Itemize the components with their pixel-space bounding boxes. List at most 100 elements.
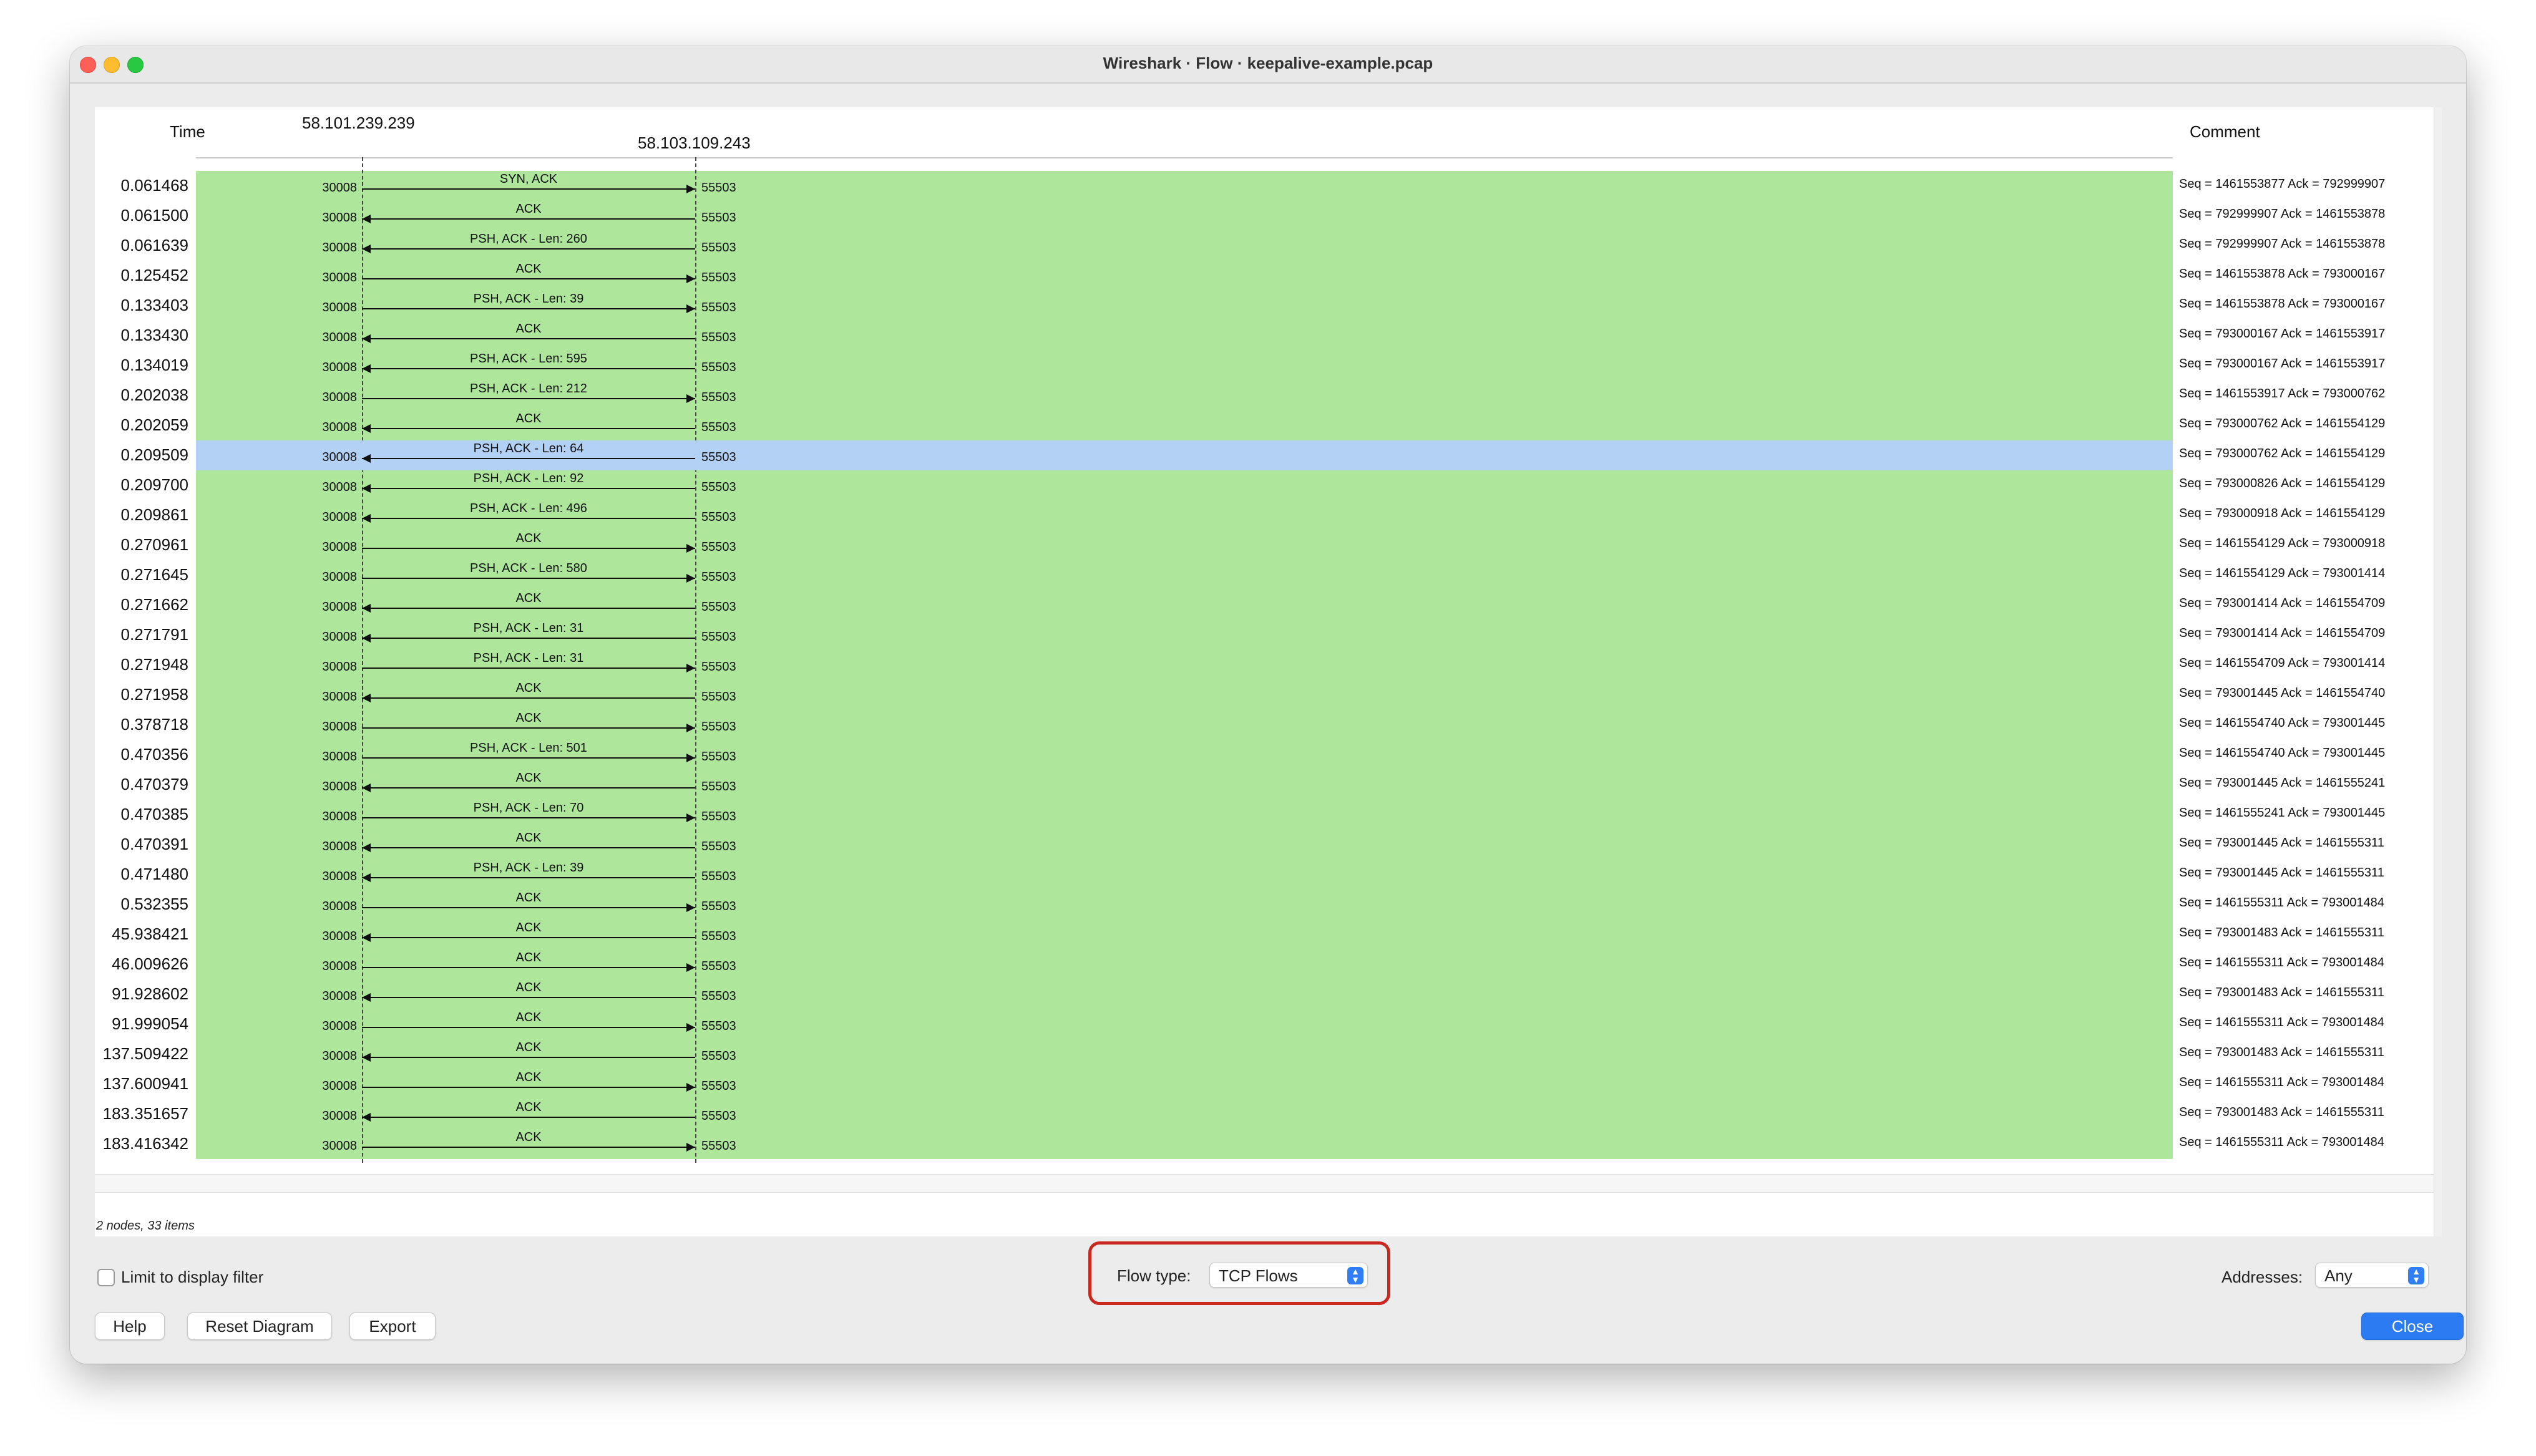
row-port-a: 30008 bbox=[322, 1079, 357, 1093]
flow-row[interactable]: 0.061468 30008 SYN, ACK 55503 Seq = 14615538… bbox=[95, 171, 2441, 201]
title-bar: Wireshark · Flow · keepalive-example.pca… bbox=[70, 46, 2466, 84]
row-time: 0.271645 bbox=[120, 565, 188, 584]
row-comment: Seq = 1461554740 Ack = 793001445 bbox=[2179, 746, 2386, 760]
row-comment: Seq = 1461554709 Ack = 793001414 bbox=[2179, 656, 2386, 670]
row-time: 0.209861 bbox=[120, 505, 188, 524]
row-port-a: 30008 bbox=[322, 690, 357, 704]
flow-row[interactable]: 0.125452 30008 ACK 55503 Seq = 1461553878 Ac… bbox=[95, 261, 2441, 291]
flow-row[interactable]: 45.938421 30008 ACK 55503 Seq = 793001483 Ac… bbox=[95, 920, 2441, 949]
flow-row[interactable]: 0.271662 30008 ACK 55503 Seq = 793001414 Ack… bbox=[95, 590, 2441, 620]
horizontal-scrollbar[interactable] bbox=[95, 1174, 2434, 1193]
node-b-address: 58.103.109.243 bbox=[638, 133, 751, 152]
row-packet-label: PSH, ACK - Len: 31 bbox=[473, 621, 584, 635]
flow-row[interactable]: 0.532355 30008 ACK 55503 Seq = 1461555311 Ac… bbox=[95, 890, 2441, 920]
limit-to-display-filter[interactable]: Limit to display filter bbox=[97, 1268, 263, 1287]
addresses-value: Any bbox=[2324, 1266, 2353, 1285]
reset-diagram-button[interactable]: Reset Diagram bbox=[187, 1313, 332, 1340]
row-comment: Seq = 793001445 Ack = 1461554740 bbox=[2179, 686, 2386, 700]
flow-row[interactable]: 0.271645 30008 PSH, ACK - Len: 580 55503 Seq… bbox=[95, 560, 2441, 590]
flow-row[interactable]: 0.134019 30008 PSH, ACK - Len: 595 55503 Seq… bbox=[95, 351, 2441, 381]
row-comment: Seq = 1461553917 Ack = 793000762 bbox=[2179, 387, 2386, 400]
row-comment: Seq = 1461555311 Ack = 793001484 bbox=[2179, 1016, 2384, 1029]
limit-checkbox[interactable] bbox=[97, 1268, 115, 1286]
row-comment: Seq = 1461555311 Ack = 793001484 bbox=[2179, 1135, 2384, 1149]
flow-row[interactable]: 0.061500 30008 ACK 55503 Seq = 792999907 Ack… bbox=[95, 201, 2441, 231]
flow-row[interactable]: 91.928602 30008 ACK 55503 Seq = 793001483 Ac… bbox=[95, 979, 2441, 1009]
row-port-a: 30008 bbox=[322, 630, 357, 644]
row-packet-label: PSH, ACK - Len: 92 bbox=[473, 472, 584, 485]
row-packet-label: ACK bbox=[515, 951, 542, 964]
row-port-b: 55503 bbox=[701, 450, 736, 464]
row-time: 0.061500 bbox=[120, 206, 188, 225]
row-packet-label: ACK bbox=[515, 591, 542, 605]
flow-row[interactable]: 46.009626 30008 ACK 55503 Seq = 1461555311 A… bbox=[95, 949, 2441, 979]
vertical-scrollbar[interactable] bbox=[2434, 107, 2442, 1236]
flow-row[interactable]: 0.271791 30008 PSH, ACK - Len: 31 55503 Seq … bbox=[95, 620, 2441, 650]
row-port-a: 30008 bbox=[322, 211, 357, 225]
row-port-a: 30008 bbox=[322, 870, 357, 883]
row-port-b: 55503 bbox=[701, 630, 736, 644]
row-arrow bbox=[362, 963, 695, 972]
help-button[interactable]: Help bbox=[95, 1313, 165, 1340]
flow-row[interactable]: 0.470379 30008 ACK 55503 Seq = 793001445 Ack… bbox=[95, 770, 2441, 800]
row-port-a: 30008 bbox=[322, 450, 357, 464]
row-arrow bbox=[362, 334, 695, 343]
flow-row[interactable]: 0.271948 30008 PSH, ACK - Len: 31 55503 Seq … bbox=[95, 650, 2441, 680]
flow-row[interactable]: 0.133430 30008 ACK 55503 Seq = 793000167 Ack… bbox=[95, 321, 2441, 351]
row-packet-label: ACK bbox=[515, 202, 542, 216]
comment-column-header: Comment bbox=[2190, 122, 2260, 141]
flow-row[interactable]: 0.202038 30008 PSH, ACK - Len: 212 55503 Seq… bbox=[95, 381, 2441, 410]
flow-row[interactable]: 0.209861 30008 PSH, ACK - Len: 496 55503 Seq… bbox=[95, 500, 2441, 530]
flow-row[interactable]: 0.270961 30008 ACK 55503 Seq = 1461554129 Ac… bbox=[95, 530, 2441, 560]
row-comment: Seq = 793000762 Ack = 1461554129 bbox=[2179, 417, 2386, 430]
flow-type-select[interactable]: TCP Flows ▲ ▼ bbox=[1209, 1263, 1368, 1288]
window-title: Wireshark · Flow · keepalive-example.pca… bbox=[1103, 54, 1433, 72]
row-comment: Seq = 1461555311 Ack = 793001484 bbox=[2179, 896, 2384, 910]
row-packet-label: ACK bbox=[515, 1041, 542, 1054]
row-arrow bbox=[362, 604, 695, 613]
row-port-a: 30008 bbox=[322, 420, 357, 434]
flow-row[interactable]: 137.600941 30008 ACK 55503 Seq = 1461555311 … bbox=[95, 1069, 2441, 1099]
row-port-a: 30008 bbox=[322, 331, 357, 344]
row-comment: Seq = 1461554129 Ack = 793001414 bbox=[2179, 566, 2386, 580]
row-arrow bbox=[362, 304, 695, 313]
row-packet-label: ACK bbox=[515, 412, 542, 425]
row-time: 0.378718 bbox=[120, 715, 188, 734]
flow-row[interactable]: 0.061639 30008 PSH, ACK - Len: 260 55503 Seq… bbox=[95, 231, 2441, 261]
flow-row[interactable]: 0.378718 30008 ACK 55503 Seq = 1461554740 Ac… bbox=[95, 710, 2441, 740]
flow-diagram[interactable]: Time 58.101.239.239 58.103.109.243 Comme… bbox=[95, 107, 2442, 1236]
flow-row[interactable]: 0.133403 30008 PSH, ACK - Len: 39 55503 Seq … bbox=[95, 291, 2441, 321]
row-port-b: 55503 bbox=[701, 750, 736, 764]
row-packet-label: PSH, ACK - Len: 39 bbox=[473, 292, 584, 306]
row-comment: Seq = 792999907 Ack = 1461553878 bbox=[2179, 237, 2386, 251]
flow-row[interactable]: 0.470356 30008 PSH, ACK - Len: 501 55503 Seq… bbox=[95, 740, 2441, 770]
flow-row[interactable]: 0.470391 30008 ACK 55503 Seq = 793001445 Ack… bbox=[95, 830, 2441, 860]
addresses-select[interactable]: Any ▲ ▼ bbox=[2315, 1263, 2429, 1288]
row-arrow bbox=[362, 873, 695, 882]
row-port-a: 30008 bbox=[322, 989, 357, 1003]
flow-row[interactable]: 183.416342 30008 ACK 55503 Seq = 1461555311 … bbox=[95, 1129, 2441, 1159]
flow-row[interactable]: 0.470385 30008 PSH, ACK - Len: 70 55503 Seq … bbox=[95, 800, 2441, 830]
flow-row[interactable]: 0.202059 30008 ACK 55503 Seq = 793000762 Ack… bbox=[95, 410, 2441, 440]
flow-type-value: TCP Flows bbox=[1219, 1266, 1298, 1285]
row-arrow bbox=[362, 1113, 695, 1122]
flow-row[interactable]: 0.209700 30008 PSH, ACK - Len: 92 55503 Seq … bbox=[95, 470, 2441, 500]
flow-row[interactable]: 0.471480 30008 PSH, ACK - Len: 39 55503 Seq … bbox=[95, 860, 2441, 890]
row-port-b: 55503 bbox=[701, 1109, 736, 1123]
row-comment: Seq = 793001445 Ack = 1461555241 bbox=[2179, 776, 2386, 790]
row-arrow bbox=[362, 1053, 695, 1062]
flow-row[interactable]: 183.351657 30008 ACK 55503 Seq = 793001483 A… bbox=[95, 1099, 2441, 1129]
row-time: 0.209700 bbox=[120, 475, 188, 494]
row-time: 183.351657 bbox=[102, 1104, 188, 1123]
row-port-a: 30008 bbox=[322, 1109, 357, 1123]
row-port-b: 55503 bbox=[701, 570, 736, 584]
row-time: 0.209509 bbox=[120, 445, 188, 464]
flow-row[interactable]: 91.999054 30008 ACK 55503 Seq = 1461555311 A… bbox=[95, 1009, 2441, 1039]
export-button[interactable]: Export bbox=[349, 1313, 436, 1340]
limit-label: Limit to display filter bbox=[121, 1268, 264, 1286]
flow-row[interactable]: 137.509422 30008 ACK 55503 Seq = 793001483 A… bbox=[95, 1039, 2441, 1069]
close-button[interactable]: Close bbox=[2361, 1313, 2464, 1340]
flow-row[interactable]: 0.271958 30008 ACK 55503 Seq = 793001445 Ack… bbox=[95, 680, 2441, 710]
flow-window: Wireshark · Flow · keepalive-example.pca… bbox=[70, 46, 2466, 1364]
flow-row[interactable]: 0.209509 30008 PSH, ACK - Len: 64 55503 Seq … bbox=[95, 440, 2441, 470]
